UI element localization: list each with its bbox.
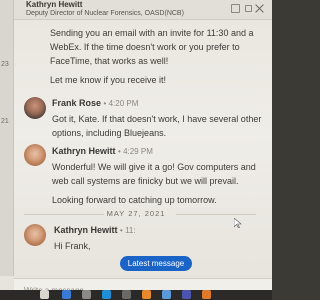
frank-rose-avatar[interactable]: [24, 97, 46, 119]
message-sender: Frank Rose • 4:20 PM: [52, 98, 139, 108]
kathryn-hewitt-avatar[interactable]: [24, 224, 46, 246]
app-icon[interactable]: [82, 290, 91, 299]
close-icon[interactable]: [255, 4, 264, 13]
app-icon[interactable]: [162, 290, 171, 299]
firefox-icon[interactable]: [142, 290, 151, 299]
conversation-header: Kathryn Hewitt Deputy Director of Nuclea…: [14, 0, 272, 20]
message-line: web call systems are finicky but we will…: [52, 176, 239, 186]
message-time: 4:20 PM: [108, 99, 139, 108]
message-line: FaceTime, that works as well!: [50, 56, 169, 66]
message-line: Sending you an email with an invite for …: [50, 28, 254, 38]
message-line: Wonderful! We will give it a go! Gov com…: [52, 162, 256, 172]
minimize-icon[interactable]: [231, 4, 240, 13]
contact-title: Deputy Director of Nuclear Forensics, OA…: [26, 10, 184, 17]
message-time: 11:: [125, 226, 136, 235]
message-sender: Kathryn Hewitt • 4:29 PM: [52, 146, 153, 156]
message-line: options, including Bluejeans.: [52, 128, 167, 138]
teams-icon[interactable]: [182, 290, 191, 299]
edge-icon[interactable]: [102, 290, 111, 299]
kathryn-hewitt-avatar[interactable]: [24, 144, 46, 166]
latest-message-button[interactable]: Latest message: [120, 256, 192, 271]
message-line: WebEx. If the time doesn't work or you p…: [50, 42, 240, 52]
message-time: 4:29 PM: [123, 147, 153, 156]
message-line: Got it, Kate. If that doesn't work, I ha…: [52, 114, 262, 124]
sender-name[interactable]: Frank Rose: [52, 98, 101, 108]
conversation-list-strip: 23 21: [0, 0, 14, 276]
sender-name[interactable]: Kathryn Hewitt: [54, 225, 118, 235]
start-icon[interactable]: [40, 290, 49, 299]
mouse-cursor-icon: [234, 218, 242, 228]
files-icon[interactable]: [122, 290, 131, 299]
messaging-screen: 23 21 Kathryn Hewitt Deputy Director of …: [0, 0, 272, 300]
message-line: Hi Frank,: [54, 241, 91, 251]
left-strip-number: 21: [1, 118, 9, 125]
sender-name[interactable]: Kathryn Hewitt: [52, 146, 116, 156]
message-line: Looking forward to catching up tomorrow.: [52, 195, 217, 205]
maximize-icon[interactable]: [245, 5, 252, 12]
left-strip-number: 23: [1, 61, 9, 68]
date-divider-line: [176, 214, 256, 215]
browser-icon[interactable]: [62, 290, 71, 299]
message-sender: Kathryn Hewitt • 11:: [54, 225, 136, 235]
contact-name[interactable]: Kathryn Hewitt: [26, 0, 82, 9]
active-app-icon[interactable]: [202, 290, 211, 299]
message-line: Let me know if you receive it!: [50, 75, 167, 85]
